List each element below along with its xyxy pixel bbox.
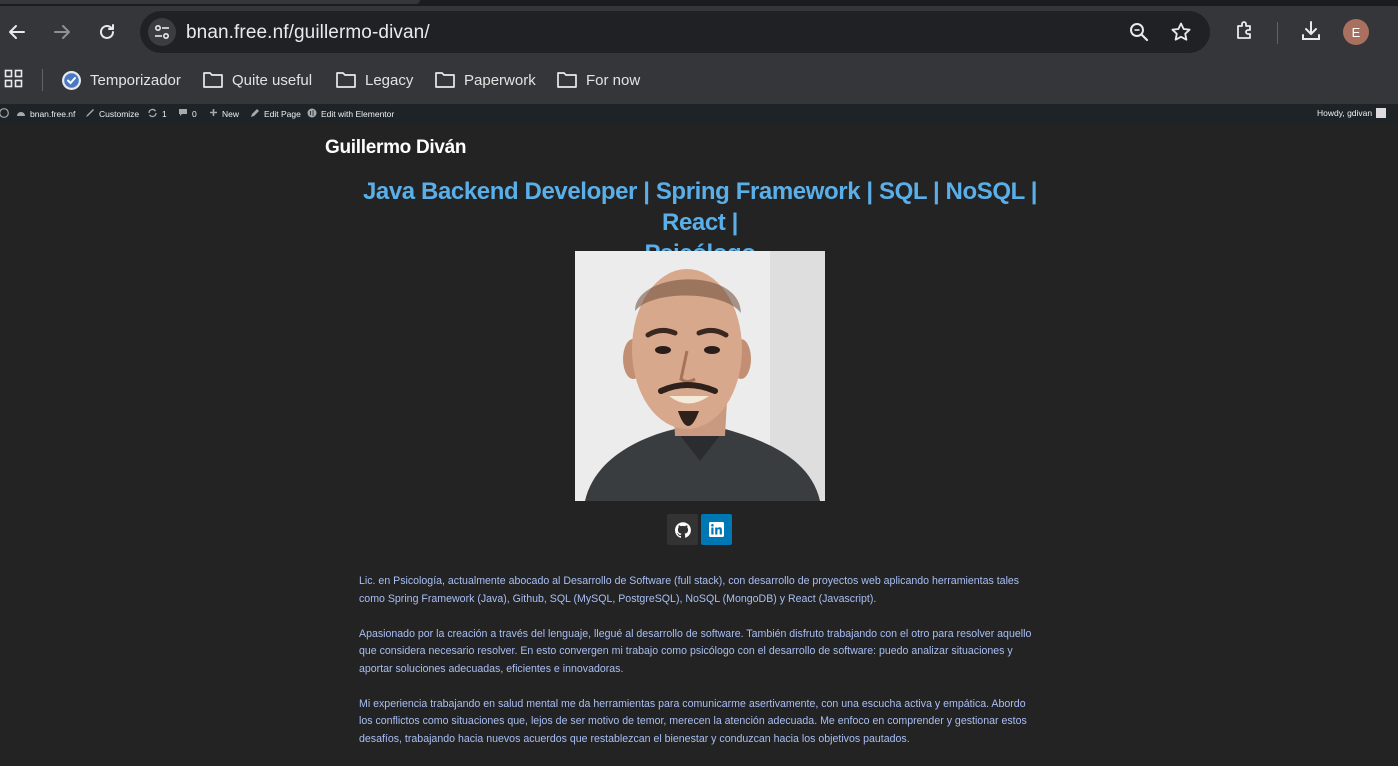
tune-icon: [154, 24, 170, 40]
admin-comments-count: 0: [192, 109, 197, 119]
portrait-illustration: [575, 251, 825, 501]
admin-howdy-label: Howdy, gdivan: [1317, 108, 1373, 118]
admin-comments-link[interactable]: 0: [178, 108, 197, 120]
dashboard-icon: [16, 108, 26, 119]
folder-icon: [203, 72, 223, 88]
linkedin-button[interactable]: [701, 514, 732, 545]
bookmark-label: Paperwork: [464, 71, 536, 89]
bookmark-temporizador[interactable]: Temporizador: [61, 68, 181, 92]
admin-customize-label: Customize: [99, 109, 140, 119]
bookmark-label: Quite useful: [232, 71, 313, 89]
address-bar[interactable]: bnan.free.nf/guillermo-divan/: [140, 11, 1210, 53]
active-tab-edge: [0, 0, 420, 4]
brush-icon: [85, 108, 95, 120]
download-icon: [1302, 21, 1320, 40]
extensions-button[interactable]: [1233, 19, 1257, 48]
wordpress-logo[interactable]: [0, 108, 9, 118]
bio-paragraph: Mi experiencia trabajando en salud menta…: [359, 697, 1027, 745]
linkedin-icon: [709, 522, 724, 537]
admin-updates-count: 1: [162, 109, 167, 119]
admin-updates-link[interactable]: 1: [147, 108, 167, 120]
folder-icon: [557, 72, 577, 88]
site-title[interactable]: Guillermo Diván: [325, 137, 467, 159]
arrow-right-icon: [54, 25, 70, 39]
site-info-button[interactable]: [148, 18, 176, 46]
apps-grid-icon: [4, 69, 23, 88]
zoom-button[interactable]: [1128, 21, 1150, 48]
bio-paragraph: Lic. en Psicología, actualmente abocado …: [359, 575, 1020, 605]
admin-elementor-label: Edit with Elementor: [321, 109, 395, 119]
bio-section: Lic. en Psicología, actualmente abocado …: [359, 573, 1039, 766]
admin-account-menu[interactable]: Howdy, gdivan: [1317, 108, 1387, 118]
forward-button[interactable]: [48, 18, 76, 46]
apps-button[interactable]: [4, 69, 24, 94]
bookmark-label: For now: [586, 71, 641, 89]
reload-icon: [100, 24, 114, 39]
wordpress-icon: [0, 108, 9, 118]
bookmark-paperwork[interactable]: Paperwork: [434, 68, 536, 92]
downloads-button[interactable]: [1299, 19, 1323, 48]
github-icon: [674, 521, 691, 538]
updates-icon: [147, 108, 158, 120]
admin-site-label: bnan.free.nf: [30, 108, 76, 119]
url-text[interactable]: bnan.free.nf/guillermo-divan/: [186, 22, 430, 44]
toolbar-divider: [1277, 22, 1278, 44]
reload-button[interactable]: [93, 18, 121, 46]
browser-toolbar: bnan.free.nf/guillermo-divan/ E: [0, 6, 1398, 58]
admin-new-label: New: [222, 108, 240, 119]
bookmarks-bar: Temporizador Quite useful Legacy Paperwo…: [0, 58, 1398, 105]
pencil-icon: [250, 108, 260, 120]
admin-elementor-link[interactable]: Edit with Elementor: [307, 108, 394, 120]
clock-check-icon: [62, 70, 81, 90]
star-icon: [1171, 22, 1191, 41]
folder-icon: [336, 72, 356, 88]
bookmark-label: Legacy: [365, 71, 414, 89]
profile-photo: [575, 251, 825, 501]
bio-paragraph: Apasionado por la creación a través del …: [359, 627, 1032, 675]
headline-line-1: Java Backend Developer | Spring Framewor…: [362, 178, 1038, 236]
bookmark-label: Temporizador: [90, 71, 181, 89]
back-button[interactable]: [3, 18, 31, 46]
bookmarks-divider: [42, 69, 43, 91]
admin-customize-link[interactable]: Customize: [85, 108, 139, 120]
bookmark-quite-useful[interactable]: Quite useful: [202, 68, 312, 92]
admin-site-link[interactable]: bnan.free.nf: [16, 108, 75, 119]
plus-icon: [209, 108, 218, 119]
github-button[interactable]: [667, 514, 698, 545]
bookmark-for-now[interactable]: For now: [556, 68, 640, 92]
profile-avatar[interactable]: E: [1343, 19, 1369, 45]
wp-admin-bar: bnan.free.nf Customize 1 0 New Edit Page…: [0, 104, 1398, 124]
folder-icon: [435, 72, 455, 88]
elementor-icon: [307, 108, 317, 120]
bookmark-star-button[interactable]: [1170, 21, 1192, 48]
bookmark-legacy[interactable]: Legacy: [335, 68, 413, 92]
comment-icon: [178, 108, 188, 120]
arrow-left-icon: [9, 25, 25, 39]
admin-new-link[interactable]: New: [209, 108, 239, 119]
puzzle-icon: [1237, 21, 1251, 39]
admin-edit-page-label: Edit Page: [264, 109, 301, 119]
zoom-icon: [1130, 23, 1149, 42]
admin-edit-page-link[interactable]: Edit Page: [250, 108, 301, 120]
admin-avatar: [1376, 108, 1387, 118]
